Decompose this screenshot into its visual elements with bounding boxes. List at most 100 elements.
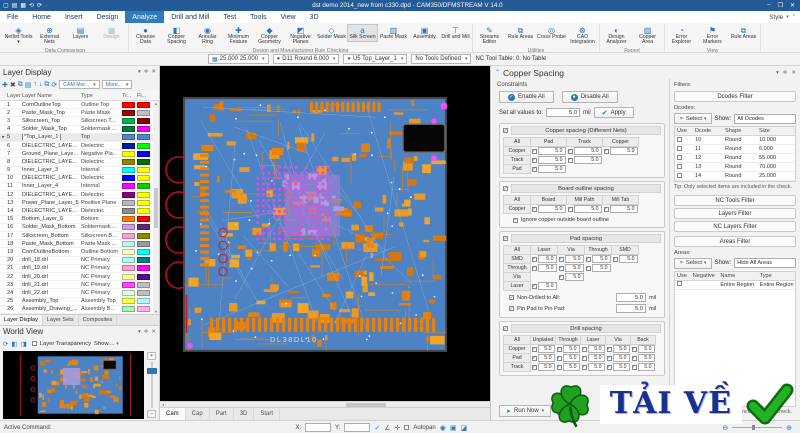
world-view-canvas[interactable] xyxy=(3,351,144,419)
layer-trace-color-swatch[interactable] xyxy=(122,265,135,272)
spacing-value-input[interactable]: 5.0 xyxy=(538,354,555,362)
open-file-icon[interactable]: ▤ xyxy=(12,2,18,9)
spacing-cell-checkbox[interactable]: ✓ xyxy=(581,346,587,352)
layer-trace-color-swatch[interactable] xyxy=(122,167,135,174)
spacing-cell-checkbox[interactable]: ✓ xyxy=(585,265,591,271)
layer-trace-color-swatch[interactable] xyxy=(122,109,135,116)
areas-filter-header[interactable]: Areas Filter xyxy=(674,235,796,247)
spacing-value-input[interactable]: 5.0 xyxy=(618,255,638,264)
menu-tab-design[interactable]: Design xyxy=(89,11,125,23)
spacing-cell-checkbox[interactable]: ✓ xyxy=(532,283,537,289)
panel-tab-layer-display[interactable]: Layer Display xyxy=(0,315,43,325)
layer-row[interactable]: 20 drill_18.drl NC Primary xyxy=(0,256,159,265)
spacing-value-input[interactable]: 5.0 xyxy=(538,205,566,214)
layer-trace-color-swatch[interactable] xyxy=(122,216,135,223)
spacing-value-input[interactable]: 5.0 xyxy=(573,156,602,164)
spacing-value-input[interactable]: 5.0 xyxy=(564,264,584,272)
origin-icon[interactable]: ◉ xyxy=(440,424,446,432)
layer-trace-color-swatch[interactable] xyxy=(122,281,135,288)
ribbon-button-annular-ring[interactable]: ◉ Annular Ring xyxy=(192,24,223,48)
new-file-icon[interactable]: ▢ xyxy=(3,2,9,9)
wv-refresh-icon[interactable]: ⟳ xyxy=(3,340,8,348)
dcode-use-checkbox[interactable] xyxy=(677,172,682,178)
add-layer-icon[interactable]: ✚ xyxy=(2,81,8,89)
dcode-use-checkbox[interactable] xyxy=(677,154,682,160)
spacing-cell-checkbox[interactable]: ✓ xyxy=(532,256,537,262)
layer-trace-color-swatch[interactable] xyxy=(122,150,135,157)
spacing-cell-checkbox[interactable]: ✓ xyxy=(631,355,637,361)
ribbon-button-cross-probe[interactable]: ◎ Cross Probe xyxy=(536,24,567,42)
spacing-cell-checkbox[interactable]: ✓ xyxy=(532,265,537,271)
view-tab-start[interactable]: Start xyxy=(254,408,281,420)
layer-row[interactable]: 11 Inner_Layer_4 Internal xyxy=(0,182,159,192)
layer-flash-color-swatch[interactable] xyxy=(137,281,150,288)
close-button[interactable]: ✕ xyxy=(790,2,795,9)
dcodes-select-button[interactable]: ➣ Select ▾ xyxy=(674,113,712,124)
spacing-value-input[interactable]: 5.0 xyxy=(538,282,557,290)
view-tab-cap[interactable]: Cap xyxy=(186,408,210,420)
panel-collapse-icon[interactable]: ⌃ xyxy=(495,69,500,76)
layer-trace-color-swatch[interactable] xyxy=(122,306,135,313)
layer-row[interactable]: 18 Paste_Mask_Bottom Paste Mask ... xyxy=(0,240,159,249)
ribbon-button-error-explorer[interactable]: ◔ Error Explorer xyxy=(666,24,697,48)
wv-slider-plus-button[interactable]: + xyxy=(147,352,156,360)
spacing-value-input[interactable]: 5.0 xyxy=(587,363,605,371)
style-dropdown-icon[interactable]: ▾ xyxy=(786,14,789,20)
groupbox-enabled-checkbox[interactable]: ✓ xyxy=(503,186,508,191)
layer-trace-color-swatch[interactable] xyxy=(122,232,135,239)
spacing-value-input[interactable]: 5.0 xyxy=(538,363,555,371)
spacing-cell-checkbox[interactable]: ✓ xyxy=(532,364,537,370)
panel-tab-composites[interactable]: Composites xyxy=(79,315,118,325)
groupbox-enabled-checkbox[interactable]: ✓ xyxy=(503,326,508,331)
layer-flash-color-swatch[interactable] xyxy=(137,191,150,198)
spacing-value-input[interactable]: 5.0 xyxy=(573,147,602,156)
restore-button[interactable]: ❐ xyxy=(778,2,783,9)
spacing-value-input[interactable]: 5.0 xyxy=(562,354,580,362)
dcodes-filter-header[interactable]: Dcodes Filter xyxy=(674,91,796,102)
refresh-icon[interactable]: ⟳ xyxy=(51,81,57,89)
layer-trace-color-swatch[interactable] xyxy=(122,183,135,190)
layer-row[interactable]: 1 ComOutlineTop Outline Top xyxy=(0,101,159,110)
dcode-row[interactable]: 11 Round 6.000 xyxy=(675,145,795,154)
spacing-value-input[interactable]: 5.0 xyxy=(591,264,611,272)
layer-row[interactable]: 22 drill_20.drl NC Primary xyxy=(0,272,159,282)
ribbon-button-negative-planes[interactable]: ◩ Negative Planes xyxy=(285,24,316,48)
spacing-cell-checkbox[interactable]: ✓ xyxy=(556,355,562,361)
layer-row[interactable]: 4 Solder_Mask_Top Soldermask ... xyxy=(0,125,159,134)
spacing-cell-checkbox[interactable]: ✓ xyxy=(567,157,573,163)
layer-trace-color-swatch[interactable] xyxy=(122,158,135,165)
ribbon-button-assembly[interactable]: ▣ Assembly xyxy=(409,24,440,42)
layer-trace-color-swatch[interactable] xyxy=(122,117,135,124)
extra-value-input[interactable]: 5.0 xyxy=(616,293,646,302)
menu-tab-analyze[interactable]: Analyze xyxy=(125,11,165,23)
layer-row[interactable]: 23 drill_21.drl NC Primary xyxy=(0,281,159,290)
dcode-row[interactable]: 12 Round 55.000 xyxy=(675,154,795,163)
paste-layer-icon[interactable]: ▤ xyxy=(25,81,32,89)
layer-row[interactable]: 2 Paste_Mask_Top Paste Mask xyxy=(0,109,159,118)
layer-row[interactable]: 24 drill_22.drl NC Primary xyxy=(0,289,159,298)
ribbon-button-layers[interactable]: ▤ Layers xyxy=(65,24,96,42)
layer-flash-color-swatch[interactable] xyxy=(137,248,150,255)
layer-flash-color-swatch[interactable] xyxy=(137,134,150,141)
spacing-cell-checkbox[interactable]: ✓ xyxy=(631,346,637,352)
layer-row[interactable]: 15 Bottom_Layer_6 Bottom xyxy=(0,215,159,224)
spacing-cell-checkbox[interactable]: ✓ xyxy=(532,206,537,212)
layer-combo[interactable]: ● U5 Top_Layer_1 ▾ xyxy=(343,54,408,64)
view-tab-3d[interactable]: 3D xyxy=(234,408,255,420)
layer-flash-color-swatch[interactable] xyxy=(137,257,150,264)
dcode-combo[interactable]: ● D11 Round 6.000 ▾ xyxy=(272,54,340,64)
quadrant-icon[interactable]: ◪ xyxy=(461,424,468,432)
ribbon-button-copper-area[interactable]: ▧ Copper Area xyxy=(632,24,663,48)
layer-flash-color-swatch[interactable] xyxy=(137,109,150,116)
ribbon-button-solder-mask[interactable]: ◇ Solder Mask xyxy=(316,24,347,42)
extra-value-input[interactable]: 5.0 xyxy=(616,304,646,313)
duplicate-icon[interactable]: ⧉ xyxy=(44,81,49,89)
layer-trace-color-swatch[interactable] xyxy=(122,101,135,108)
spacing-value-input[interactable]: 5.0 xyxy=(538,147,566,156)
spacing-value-input[interactable]: 5.0 xyxy=(562,363,580,371)
wv-zoom-out-icon[interactable]: ◨ xyxy=(21,340,27,348)
layer-trace-color-swatch[interactable] xyxy=(122,199,135,206)
layer-row[interactable]: 14 DIELECTRIC_LAYE... Dielectric xyxy=(0,207,159,216)
layer-flash-color-swatch[interactable] xyxy=(137,298,150,305)
layer-trace-color-swatch[interactable] xyxy=(122,289,135,296)
